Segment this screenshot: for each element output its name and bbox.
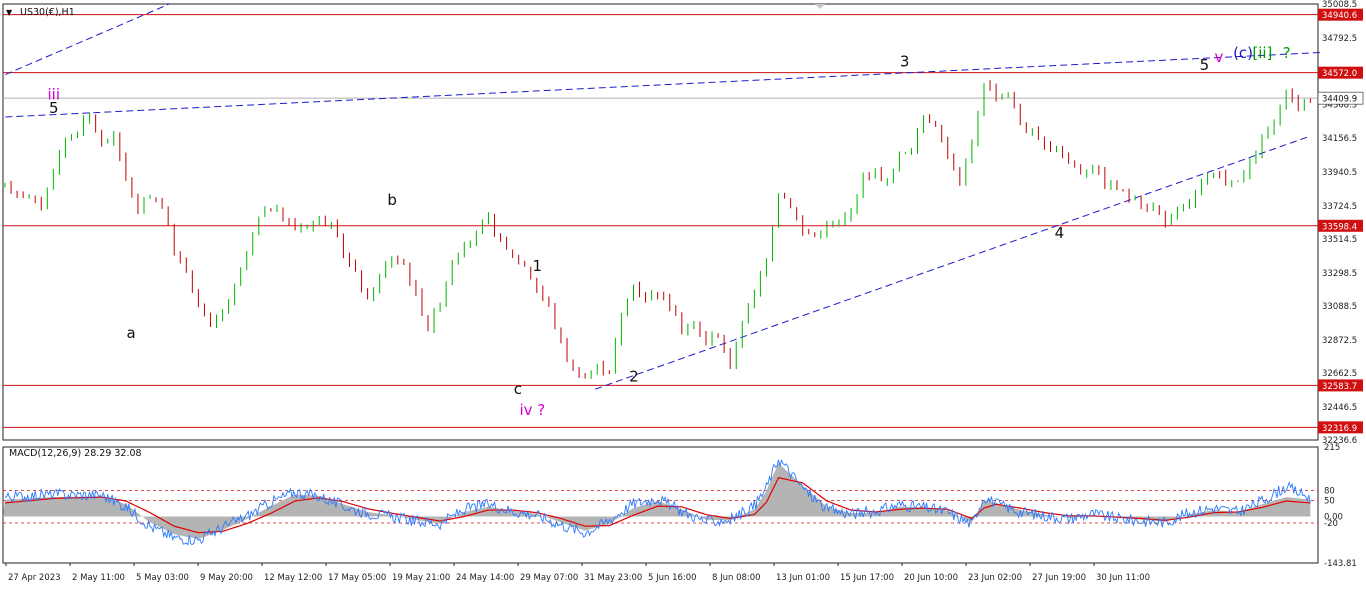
x-tick-label: 8 Jun 08:00: [712, 573, 761, 583]
x-tick-label: 31 May 23:00: [584, 573, 642, 583]
current-price-label: 34409.9: [1322, 95, 1357, 105]
macd-title: MACD(12,26,9) 28.29 32.08: [9, 448, 142, 459]
wave-label: 1: [532, 257, 542, 275]
chart-frame: [2, 3, 1319, 564]
level-price-label: 32583.7: [1322, 382, 1357, 392]
candles: [4, 80, 1311, 379]
y-tick-label: 34156.5: [1322, 134, 1357, 144]
x-tick-label: 27 Apr 2023: [8, 573, 61, 583]
x-tick-label: 23 Jun 02:00: [968, 573, 1022, 583]
x-tick-label: 24 May 14:00: [456, 573, 514, 583]
x-tick-label: 5 May 03:00: [136, 573, 189, 583]
trendline-upper-channel[interactable]: [5, 52, 1321, 118]
x-tick-label: 2 May 11:00: [72, 573, 125, 583]
wave-label: 3: [900, 53, 910, 71]
level-price-label: 32316.9: [1322, 424, 1357, 434]
trendline-lower-channel[interactable]: [595, 135, 1311, 390]
y-tick-label: 33940.5: [1322, 168, 1357, 178]
y-tick-label: 33724.5: [1322, 202, 1357, 212]
macd-y-tick-label: -20: [1324, 519, 1338, 529]
y-tick-label: 32236.6: [1322, 436, 1357, 446]
level-price-label: 34572.0: [1322, 69, 1357, 79]
x-tick-label: 17 May 05:00: [328, 573, 386, 583]
macd-histogram: [3, 463, 1311, 540]
y-tick-label: 33088.5: [1322, 302, 1357, 312]
y-tick-label: 33514.5: [1322, 235, 1357, 245]
wave-label: [ii]: [1252, 44, 1272, 62]
macd-y-tick-label: 50: [1324, 496, 1335, 506]
wave-label: v: [1214, 48, 1223, 66]
x-tick-label: 30 Jun 11:00: [1096, 573, 1150, 583]
y-tick-label: 32872.5: [1322, 336, 1357, 346]
level-price-label: 34940.6: [1322, 11, 1357, 21]
y-tick-label: 33298.5: [1322, 269, 1357, 279]
macd-y-tick-label: -143.81: [1324, 559, 1357, 569]
symbol-title: US30(€),H1: [20, 7, 75, 18]
x-tick-label: 5 Jun 16:00: [648, 573, 697, 583]
wave-label: ?: [1283, 44, 1291, 62]
wave-label: 2: [629, 367, 639, 385]
y-tick-label: 34792.5: [1322, 34, 1357, 44]
x-tick-label: 19 May 21:00: [392, 573, 450, 583]
x-tick-label: 29 May 07:00: [520, 573, 578, 583]
y-tick-label: 32662.5: [1322, 369, 1357, 379]
horizontal-levels: [3, 14, 1318, 428]
wave-label: iv ?: [519, 401, 545, 419]
axes: 35008.534792.534570.534368.534156.533940…: [5, 0, 1364, 583]
chart-svg: iii5abciv ?12345 v (c) [ii]? 21580500.00-20…: [2, 0, 1364, 583]
wave-label: a: [127, 324, 136, 342]
chart-window: iii 5 a b c iv ? 1 2 3 4 5 v (c) [ii]? 215 80 50 0.00 -20…: [0, 0, 1366, 588]
wave-label: 5: [49, 99, 59, 117]
y-tick-label: 32446.5: [1322, 403, 1357, 413]
symbol-arrow-icon[interactable]: ▼: [6, 8, 13, 17]
macd-y-tick-label: 80: [1324, 487, 1335, 497]
wave-label: c: [514, 380, 522, 398]
price-panel-border: [2, 3, 1319, 441]
x-tick-label: 9 May 20:00: [200, 573, 253, 583]
chart-shift-marker-icon[interactable]: [815, 4, 825, 9]
macd-panel: 21580500.00-20-143.81: [3, 443, 1357, 569]
wave-label: 5: [1200, 56, 1210, 74]
wave-label: (c): [1233, 44, 1253, 62]
y-tick-label: 35008.5: [1322, 0, 1357, 10]
wave-label: 4: [1055, 224, 1065, 242]
x-tick-label: 27 Jun 19:00: [1032, 573, 1086, 583]
x-tick-label: 13 Jun 01:00: [776, 573, 830, 583]
x-tick-label: 15 Jun 17:00: [840, 573, 894, 583]
trendlines: [5, 3, 1321, 390]
x-tick-label: 20 Jun 10:00: [904, 573, 958, 583]
wave-label: b: [387, 191, 397, 209]
x-tick-label: 12 May 12:00: [264, 573, 322, 583]
level-price-label: 33598.4: [1322, 222, 1357, 232]
